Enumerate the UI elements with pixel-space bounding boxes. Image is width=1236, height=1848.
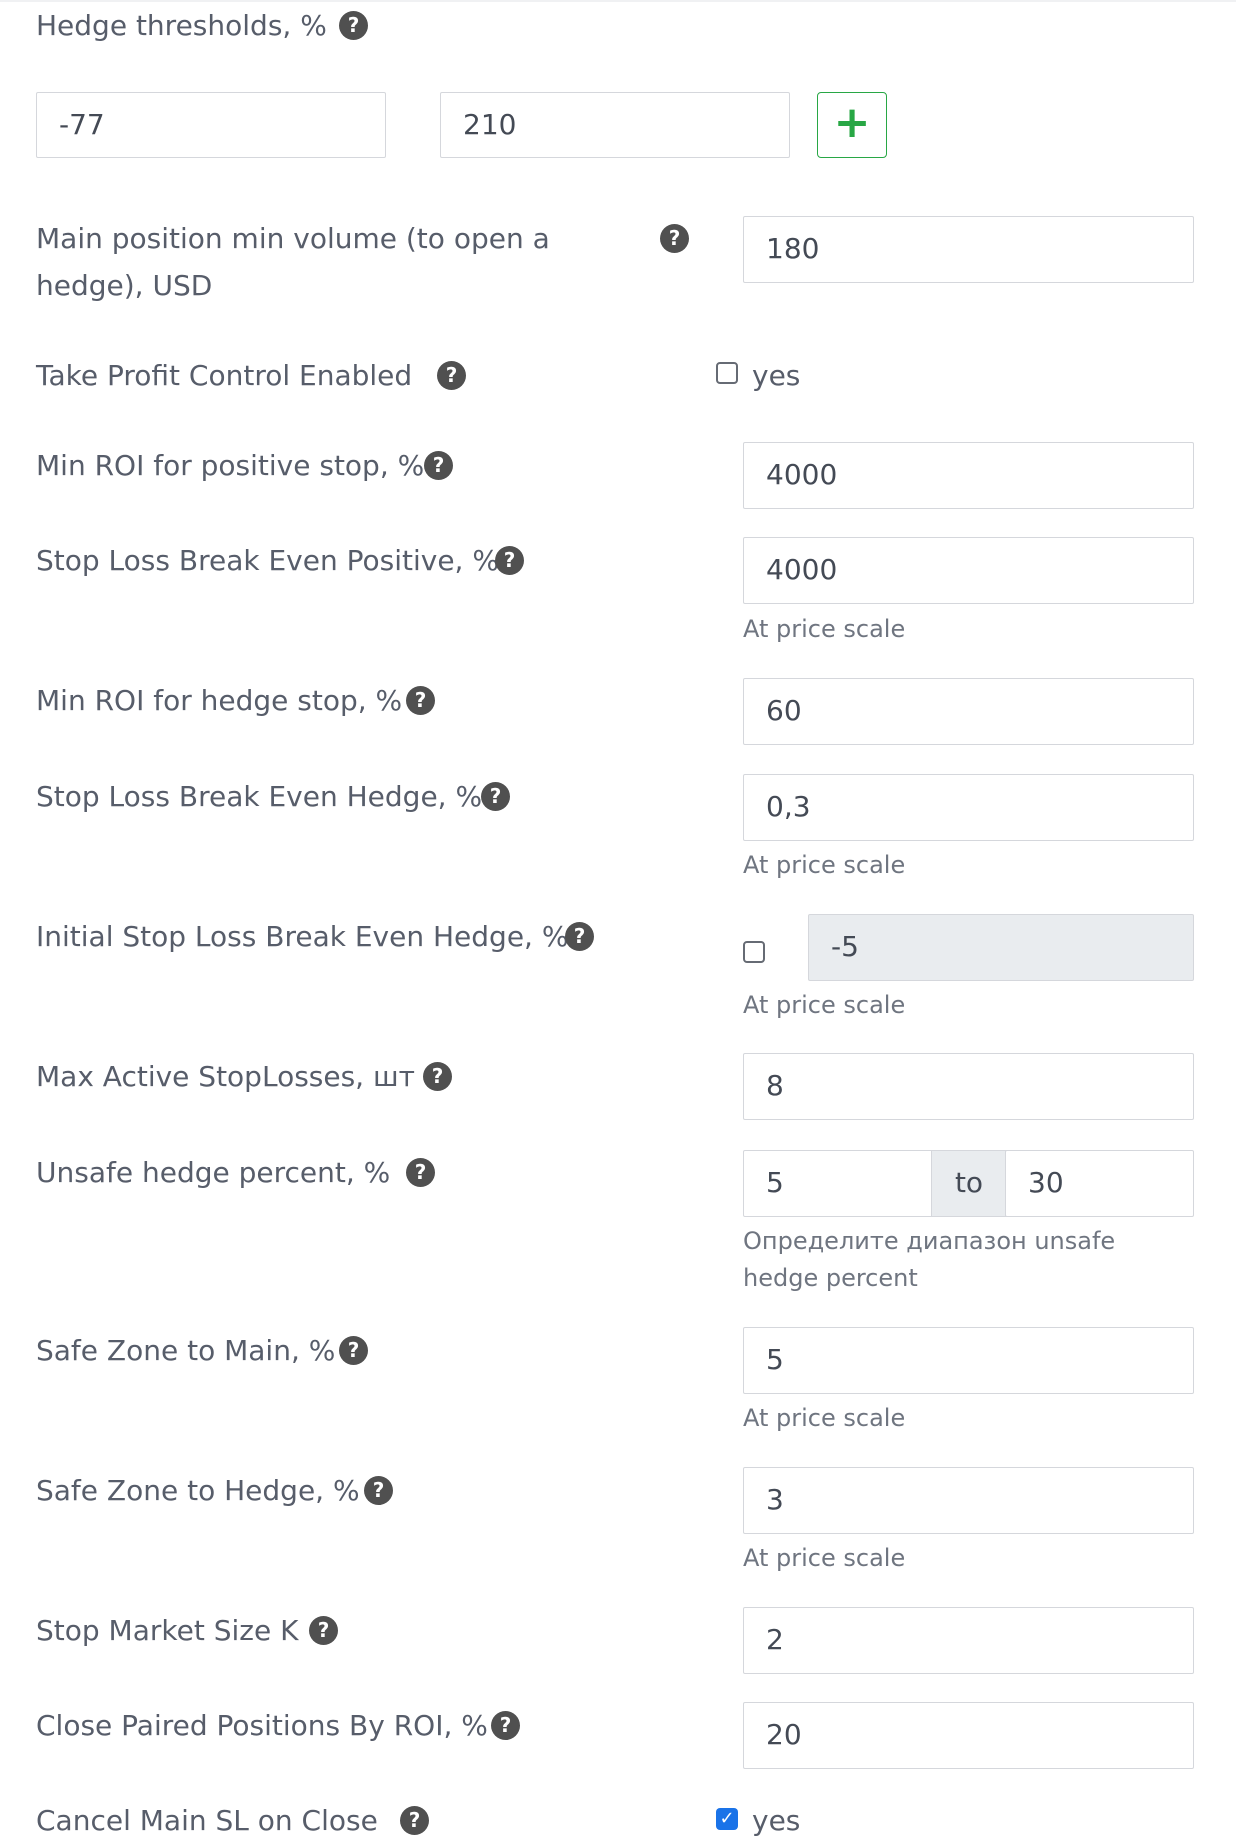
stop-loss-be-hedge-label: Stop Loss Break Even Hedge, %: [36, 780, 483, 813]
safe-zone-main-input[interactable]: 5: [743, 1327, 1194, 1394]
hedge-threshold-input-1[interactable]: -77: [36, 92, 386, 158]
add-threshold-button[interactable]: +: [817, 92, 887, 158]
stop-loss-be-hedge-hint: At price scale: [743, 851, 906, 879]
question-circle-icon[interactable]: ?: [437, 361, 466, 390]
question-circle-icon[interactable]: ?: [406, 686, 435, 715]
main-position-min-volume-input[interactable]: 180: [743, 216, 1194, 283]
question-circle-icon[interactable]: ?: [339, 11, 368, 40]
unsafe-hedge-percent-hint: Определите диапазон unsafe hedge percent: [743, 1227, 1116, 1292]
stop-market-size-k-label: Stop Market Size K: [36, 1614, 299, 1647]
min-roi-positive-stop-label: Min ROI for positive stop, %: [36, 449, 425, 482]
question-circle-icon[interactable]: ?: [495, 546, 524, 575]
take-profit-control-checkbox-label: yes: [752, 359, 801, 392]
initial-stop-loss-be-hedge-label: Initial Stop Loss Break Even Hedge, %: [36, 920, 569, 953]
min-roi-hedge-stop-label: Min ROI for hedge stop, %: [36, 684, 403, 717]
cancel-main-sl-on-close-checkbox[interactable]: ✓: [716, 1808, 738, 1830]
unsafe-hedge-percent-label: Unsafe hedge percent, %: [36, 1156, 391, 1189]
plus-icon: +: [833, 97, 871, 148]
question-circle-icon[interactable]: ?: [481, 782, 510, 811]
range-separator: to: [931, 1150, 1007, 1217]
safe-zone-hedge-label: Safe Zone to Hedge, %: [36, 1474, 360, 1507]
cancel-main-sl-on-close-label: Cancel Main SL on Close: [36, 1804, 378, 1837]
take-profit-control-label: Take Profit Control Enabled: [36, 359, 413, 392]
stop-loss-be-positive-input[interactable]: 4000: [743, 537, 1194, 604]
initial-stop-loss-be-hedge-input: -5: [808, 914, 1194, 981]
initial-stop-loss-be-hedge-hint: At price scale: [743, 991, 906, 1019]
close-paired-by-roi-label: Close Paired Positions By ROI, %: [36, 1709, 488, 1742]
question-circle-icon[interactable]: ?: [406, 1158, 435, 1187]
safe-zone-hedge-hint: At price scale: [743, 1544, 906, 1572]
unsafe-hedge-from-input[interactable]: 5: [743, 1150, 933, 1217]
safe-zone-main-label: Safe Zone to Main, %: [36, 1334, 336, 1367]
question-circle-icon[interactable]: ?: [423, 1062, 452, 1091]
checkmark-icon: ✓: [719, 1808, 735, 1829]
stop-loss-be-positive-hint: At price scale: [743, 615, 906, 643]
question-circle-icon[interactable]: ?: [309, 1616, 338, 1645]
initial-stop-loss-be-hedge-checkbox[interactable]: [743, 941, 765, 963]
safe-zone-hedge-input[interactable]: 3: [743, 1467, 1194, 1534]
cancel-main-sl-on-close-checkbox-label: yes: [752, 1804, 801, 1837]
close-paired-by-roi-input[interactable]: 20: [743, 1702, 1194, 1769]
hedge-thresholds-label: Hedge thresholds, %: [36, 9, 327, 42]
min-roi-hedge-stop-input[interactable]: 60: [743, 678, 1194, 745]
question-circle-icon[interactable]: ?: [491, 1711, 520, 1740]
stop-loss-be-positive-label: Stop Loss Break Even Positive, %: [36, 544, 499, 577]
question-circle-icon[interactable]: ?: [339, 1336, 368, 1365]
question-circle-icon[interactable]: ?: [565, 922, 594, 951]
safe-zone-main-hint: At price scale: [743, 1404, 906, 1432]
unsafe-hedge-to-input[interactable]: 30: [1005, 1150, 1194, 1217]
hedge-threshold-input-2[interactable]: 210: [440, 92, 790, 158]
question-circle-icon[interactable]: ?: [424, 451, 453, 480]
max-active-stoplosses-input[interactable]: 8: [743, 1053, 1194, 1120]
main-position-min-volume-label: Main position min volume (to open a hedg…: [36, 222, 550, 302]
stop-market-size-k-input[interactable]: 2: [743, 1607, 1194, 1674]
max-active-stoplosses-label: Max Active StopLosses, шт: [36, 1060, 415, 1093]
min-roi-positive-stop-input[interactable]: 4000: [743, 442, 1194, 509]
question-circle-icon[interactable]: ?: [364, 1476, 393, 1505]
take-profit-control-checkbox[interactable]: [716, 362, 738, 384]
question-circle-icon[interactable]: ?: [660, 224, 689, 253]
question-circle-icon[interactable]: ?: [400, 1806, 429, 1835]
stop-loss-be-hedge-input[interactable]: 0,3: [743, 774, 1194, 841]
